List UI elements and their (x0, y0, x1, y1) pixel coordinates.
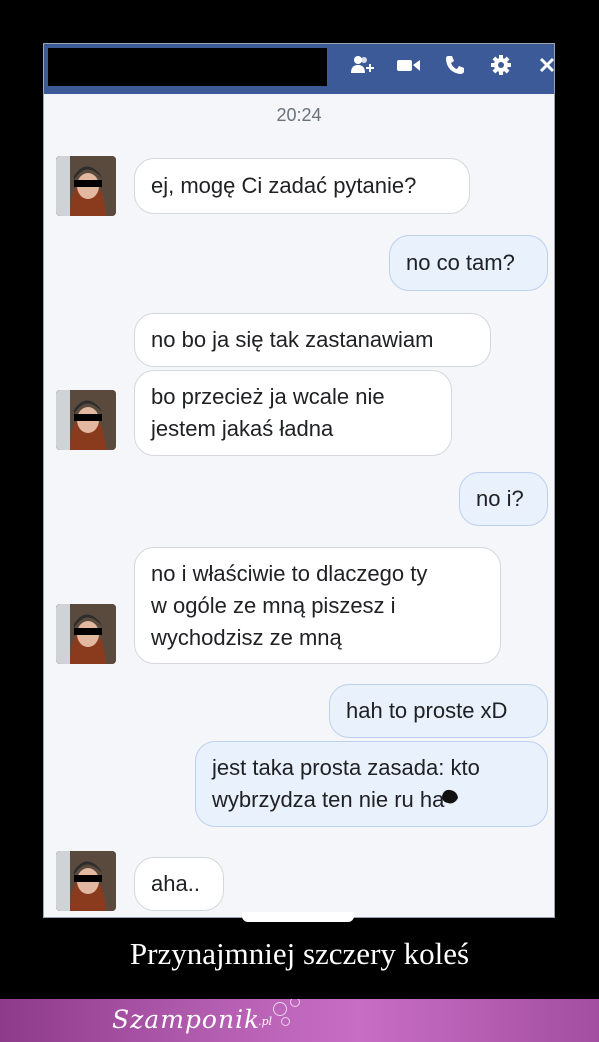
contact-avatar[interactable] (56, 851, 116, 911)
incoming-message-bubble: no i właściwie to dlaczego ty w ogóle ze… (134, 547, 501, 664)
incoming-message-bubble: no bo ja się tak zastanawiam (134, 313, 491, 367)
watermark-tab (242, 912, 354, 922)
censor-blot (442, 789, 458, 804)
video-call-icon[interactable] (396, 52, 422, 78)
contact-avatar[interactable] (56, 390, 116, 450)
chat-header (44, 44, 554, 94)
message-thread: 20:24 ej, mogę Ci zadać pytanie? no co t… (44, 94, 554, 917)
incoming-message-bubble: bo przecież ja wcale nie jestem jakaś ła… (134, 370, 452, 456)
outgoing-message-bubble: no i? (459, 472, 548, 526)
chat-window: 20:24 ej, mogę Ci zadać pytanie? no co t… (43, 43, 555, 918)
timestamp: 20:24 (276, 105, 322, 125)
outgoing-message-bubble: no co tam? (389, 235, 548, 291)
incoming-message-bubble: aha.. (134, 857, 224, 911)
brand-logo[interactable]: Szamponik (112, 1005, 260, 1034)
incoming-message-bubble: ej, mogę Ci zadać pytanie? (134, 158, 470, 214)
gear-icon[interactable] (488, 52, 514, 78)
phone-icon[interactable] (442, 52, 468, 78)
add-people-icon[interactable] (350, 52, 376, 78)
redacted-contact-name (48, 48, 327, 86)
outgoing-message-bubble: jest taka prosta zasada: kto wybrzydza t… (195, 741, 548, 827)
close-icon[interactable] (534, 52, 554, 78)
contact-avatar[interactable] (56, 604, 116, 664)
brand-suffix: .pl (258, 1015, 273, 1028)
brand-bar: Szamponik .pl (0, 999, 599, 1042)
outgoing-message-bubble: hah to proste xD (329, 684, 548, 738)
caption: Przynajmniej szczery koleś (129, 936, 470, 971)
contact-avatar[interactable] (56, 156, 116, 216)
